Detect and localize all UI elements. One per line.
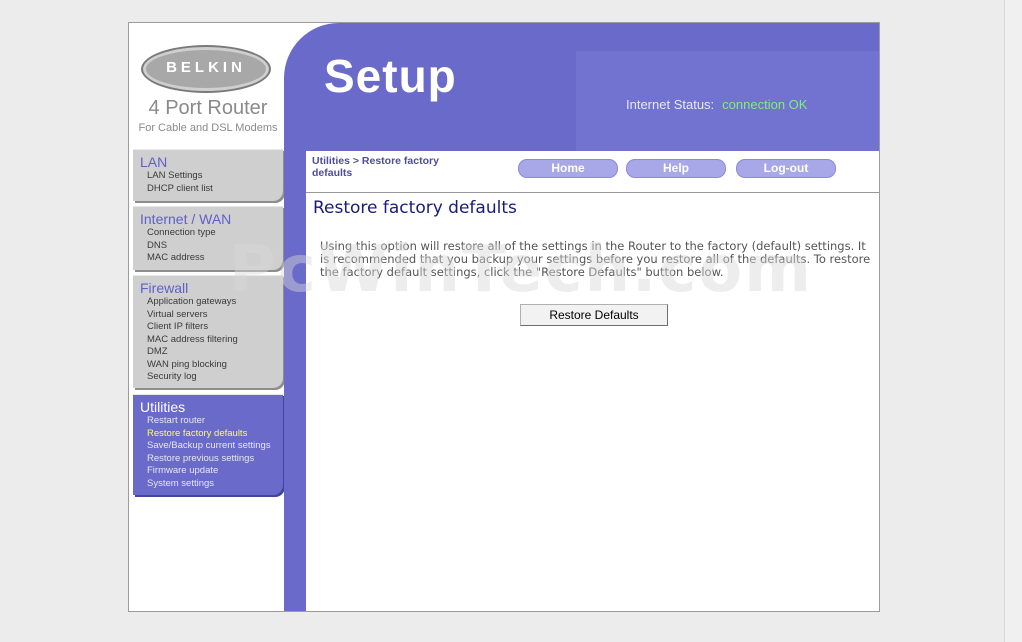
internet-status-value: connection OK xyxy=(722,97,808,112)
nav-item-dmz[interactable]: DMZ xyxy=(133,346,283,359)
nav-item-virtual-servers[interactable]: Virtual servers xyxy=(133,309,283,322)
nav-item-firmware-update[interactable]: Firmware update xyxy=(133,465,283,478)
nav-item-client-ip-filters[interactable]: Client IP filters xyxy=(133,321,283,334)
nav-section-lan: LAN LAN Settings DHCP client list xyxy=(133,149,283,201)
internet-status-label: Internet Status: xyxy=(626,97,715,112)
page-header-title: Setup xyxy=(324,50,457,102)
product-name: 4 Port Router xyxy=(148,97,268,119)
nav-item-lan-settings[interactable]: LAN Settings xyxy=(133,170,283,183)
nav-item-restart-router[interactable]: Restart router xyxy=(133,415,283,428)
nav-item-connection-type[interactable]: Connection type xyxy=(133,227,283,240)
logout-button[interactable]: Log-out xyxy=(736,159,836,178)
header-divider xyxy=(306,192,879,193)
nav-heading-utilities[interactable]: Utilities xyxy=(133,395,283,415)
nav-item-restore-factory-defaults[interactable]: Restore factory defaults xyxy=(133,428,283,441)
restore-description: Using this option will restore all of th… xyxy=(320,239,871,279)
belkin-logo: BELKIN xyxy=(141,45,271,93)
nav-item-mac-address-filtering[interactable]: MAC address filtering xyxy=(133,334,283,347)
browser-scrollbar[interactable] xyxy=(1004,0,1022,642)
home-button[interactable]: Home xyxy=(518,159,618,178)
nav-item-security-log[interactable]: Security log xyxy=(133,371,283,384)
left-column: BELKIN 4 Port Router For Cable and DSL M… xyxy=(129,23,287,611)
breadcrumb: Utilities > Restore factory defaults xyxy=(312,155,439,179)
nav-section-firewall: Firewall Application gateways Virtual se… xyxy=(133,275,283,388)
purple-side-strip xyxy=(284,151,306,611)
product-subtitle: For Cable and DSL Modems xyxy=(138,122,278,134)
main-content: Utilities > Restore factory defaults Hom… xyxy=(306,151,879,611)
nav-heading-firewall[interactable]: Firewall xyxy=(133,276,283,296)
restore-defaults-button[interactable]: Restore Defaults xyxy=(520,304,668,326)
router-admin-frame: BELKIN 4 Port Router For Cable and DSL M… xyxy=(128,22,880,612)
nav-item-wan-ping-blocking[interactable]: WAN ping blocking xyxy=(133,359,283,372)
nav-item-system-settings[interactable]: System settings xyxy=(133,478,283,491)
setup-header: Setup Internet Status: connection OK xyxy=(284,23,879,151)
page-title: Restore factory defaults xyxy=(313,198,517,218)
internet-status: Internet Status: connection OK xyxy=(626,97,807,112)
nav-section-internet-wan: Internet / WAN Connection type DNS MAC a… xyxy=(133,206,283,270)
nav-item-application-gateways[interactable]: Application gateways xyxy=(133,296,283,309)
nav-item-dhcp-client-list[interactable]: DHCP client list xyxy=(133,183,283,196)
nav-item-mac-address[interactable]: MAC address xyxy=(133,252,283,265)
nav-heading-internet-wan[interactable]: Internet / WAN xyxy=(133,207,283,227)
help-button[interactable]: Help xyxy=(626,159,726,178)
logo-text: BELKIN xyxy=(166,59,246,76)
nav-item-dns[interactable]: DNS xyxy=(133,240,283,253)
nav-heading-lan[interactable]: LAN xyxy=(133,150,283,170)
nav-section-utilities: Utilities Restart router Restore factory… xyxy=(133,394,283,495)
nav-item-save-backup-settings[interactable]: Save/Backup current settings xyxy=(133,440,283,453)
nav-item-restore-previous-settings[interactable]: Restore previous settings xyxy=(133,453,283,466)
